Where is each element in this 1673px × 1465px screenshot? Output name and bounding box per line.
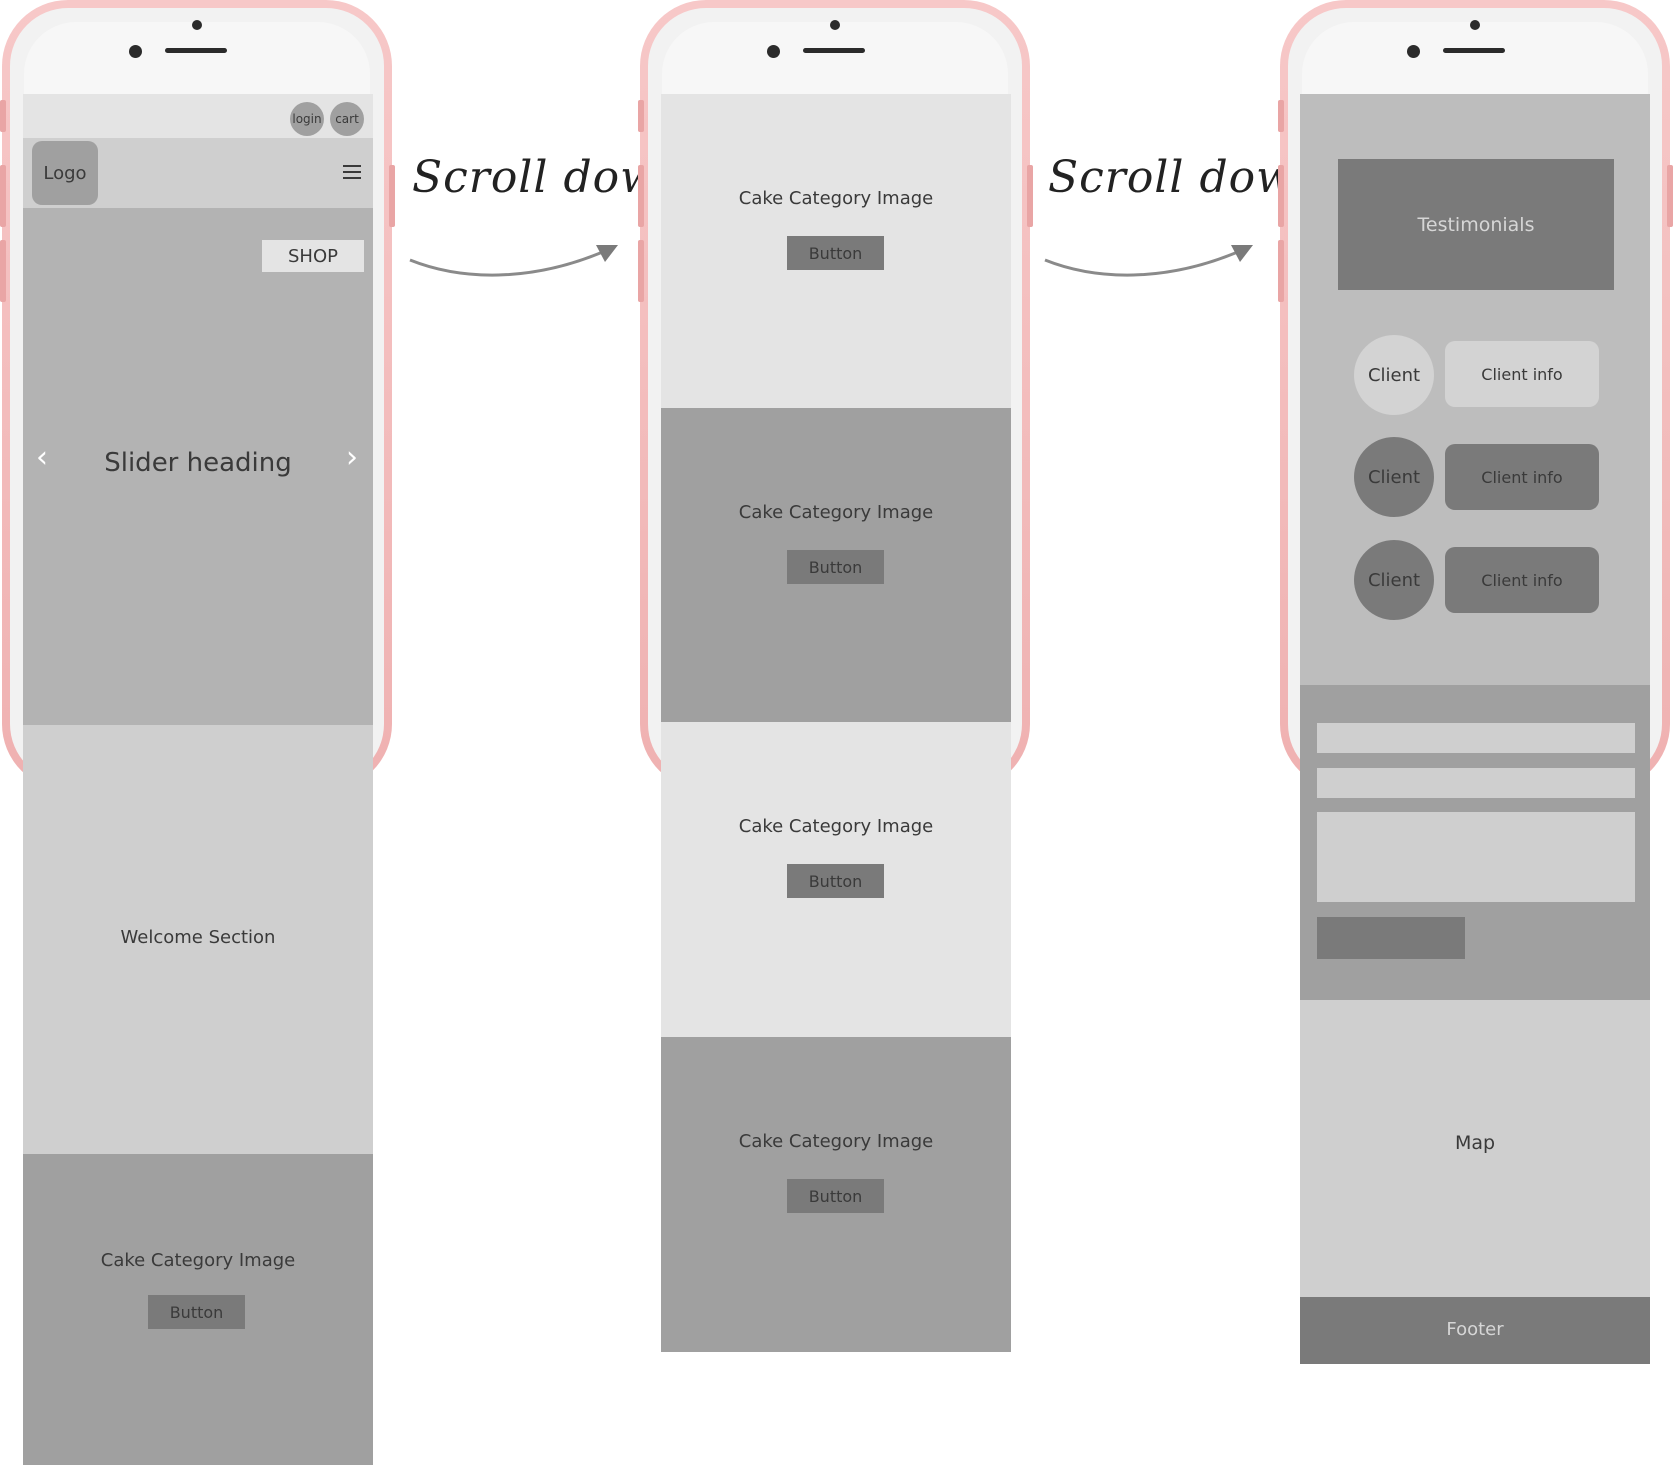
form-submit-button[interactable]: [1317, 917, 1465, 959]
category-label-4: Cake Category Image: [738, 1131, 934, 1152]
phone-3-volume-down: [1278, 240, 1284, 302]
form-input-1[interactable]: [1317, 723, 1635, 753]
cart-label: cart: [335, 112, 359, 126]
phone-2-volume-down: [638, 240, 644, 302]
shop-label: SHOP: [288, 245, 338, 267]
phone-1-volume-up: [0, 165, 6, 227]
category-label-3: Cake Category Image: [738, 816, 934, 837]
category-label-2: Cake Category Image: [738, 502, 934, 523]
hamburger-menu-icon[interactable]: [343, 165, 361, 179]
category-button-label-2: Button: [808, 557, 863, 577]
testimonials-section: Testimonials Client Client info Client C…: [1300, 94, 1650, 685]
cart-button[interactable]: cart: [330, 102, 364, 136]
phone-1-volume-down: [0, 240, 6, 302]
client-label-2: Client: [1367, 466, 1421, 488]
category-block: Cake Category Image Button: [23, 1154, 373, 1465]
contact-form-section: [1300, 685, 1650, 1000]
client-info-label-3: Client info: [1481, 570, 1563, 590]
speaker-icon: [1443, 48, 1505, 53]
welcome-section: Welcome Section: [23, 725, 373, 1154]
login-label: login: [292, 112, 322, 126]
client-avatar-1: Client: [1354, 335, 1434, 415]
top-bar: login cart: [23, 94, 373, 138]
category-button-label: Button: [169, 1302, 224, 1322]
category-button-4[interactable]: Button: [787, 1179, 884, 1213]
camera-lens-icon: [767, 45, 780, 58]
client-avatar-2: Client: [1354, 437, 1434, 517]
footer-label: Footer: [1446, 1319, 1504, 1340]
shop-button[interactable]: SHOP: [262, 240, 364, 272]
form-input-2[interactable]: [1317, 768, 1635, 798]
client-info-2: Client info: [1445, 444, 1599, 510]
category-block-2: Cake Category Image Button: [661, 408, 1011, 722]
category-button-label-3: Button: [808, 871, 863, 891]
phone-1-mute-switch: [0, 100, 6, 132]
logo-label: Logo: [43, 162, 87, 184]
category-button-label-4: Button: [808, 1186, 863, 1206]
slider-next-icon[interactable]: ›: [346, 440, 358, 475]
camera-lens-icon: [129, 45, 142, 58]
header: Logo: [23, 138, 373, 208]
category-button[interactable]: Button: [148, 1295, 245, 1329]
category-label: Cake Category Image: [100, 1250, 296, 1271]
welcome-label: Welcome Section: [120, 927, 276, 948]
phone-2-volume-up: [638, 165, 644, 227]
form-textarea[interactable]: [1317, 812, 1635, 902]
phone-2-screen: Cake Category Image Button Cake Category…: [661, 94, 1011, 1352]
map-section: Map: [1300, 1000, 1650, 1297]
phone-3-power-button: [1667, 165, 1673, 227]
testimonials-label: Testimonials: [1417, 213, 1535, 236]
phone-2-power-button: [1027, 165, 1033, 227]
speaker-icon: [165, 48, 227, 53]
client-label-3: Client: [1367, 569, 1421, 591]
login-button[interactable]: login: [290, 102, 324, 136]
footer: Footer: [1300, 1297, 1650, 1364]
client-avatar-3: Client: [1354, 540, 1434, 620]
front-camera-icon: [830, 20, 840, 30]
client-info-label-1: Client info: [1481, 364, 1563, 384]
category-label-1: Cake Category Image: [738, 188, 934, 209]
slider: SHOP ‹ Slider heading ›: [23, 208, 373, 725]
camera-lens-icon: [1407, 45, 1420, 58]
category-button-1[interactable]: Button: [787, 236, 884, 270]
category-block-3: Cake Category Image Button: [661, 722, 1011, 1037]
scroll-arrow-2-icon: [1044, 245, 1253, 277]
slider-heading: Slider heading: [104, 448, 292, 478]
client-info-1: Client info: [1445, 341, 1599, 407]
front-camera-icon: [192, 20, 202, 30]
phone-2-mute-switch: [638, 100, 644, 132]
category-block-4: Cake Category Image Button: [661, 1037, 1011, 1352]
front-camera-icon: [1470, 20, 1480, 30]
client-info-3: Client info: [1445, 547, 1599, 613]
category-button-label-1: Button: [808, 243, 863, 263]
client-label-1: Client: [1367, 364, 1421, 386]
client-info-label-2: Client info: [1481, 467, 1563, 487]
logo[interactable]: Logo: [32, 141, 98, 205]
phone-1-power-button: [389, 165, 395, 227]
scroll-arrow-1-icon: [409, 245, 618, 277]
phone-3-mute-switch: [1278, 100, 1284, 132]
category-block-1: Cake Category Image Button: [661, 94, 1011, 408]
category-button-3[interactable]: Button: [787, 864, 884, 898]
map-label: Map: [1454, 1132, 1496, 1154]
phone-3-volume-up: [1278, 165, 1284, 227]
speaker-icon: [803, 48, 865, 53]
phone-3-screen: Testimonials Client Client info Client C…: [1300, 94, 1650, 1364]
phone-1-screen: login cart Logo SHOP ‹ Slider heading › …: [23, 94, 373, 1465]
category-button-2[interactable]: Button: [787, 550, 884, 584]
testimonials-box: Testimonials: [1338, 159, 1614, 290]
